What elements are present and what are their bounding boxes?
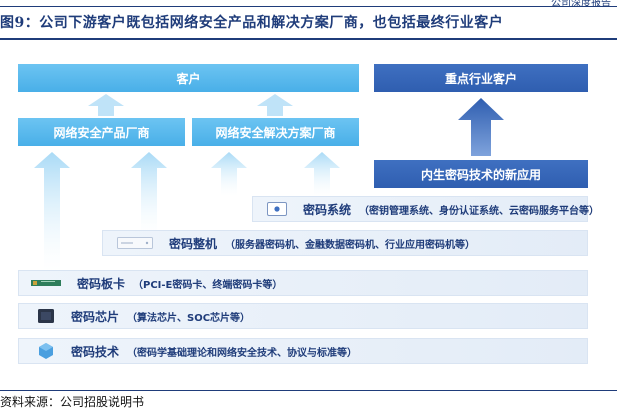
source-rule xyxy=(0,390,617,391)
solution-vendors-label: 网络安全解决方案厂商 xyxy=(215,125,336,140)
diagram-panel: 客户 重点行业客户 网络安全产品厂商 网络安全解决方案厂商 内生密码技术的新应用 xyxy=(6,48,607,374)
solution-vendors-box: 网络安全解决方案厂商 xyxy=(192,118,359,146)
server-icon xyxy=(117,237,153,249)
figure-source: 资料来源：公司招股说明书 xyxy=(0,395,145,409)
layer-name: 密码芯片 xyxy=(71,309,120,324)
hexagon-icon xyxy=(39,343,53,359)
chip-icon xyxy=(38,309,54,323)
endogenous-apps-label: 内生密码技术的新应用 xyxy=(420,167,541,182)
layer-crypto-system: 密码系统 （密钥管理系统、身份认证系统、云密码服务平台等） xyxy=(252,196,599,222)
arrow-up-icon xyxy=(34,152,70,272)
layer-crypto-machine: 密码整机 （服务器密码机、金融数据密码机、行业应用密码机等） xyxy=(102,230,588,256)
card-icon xyxy=(31,280,61,286)
customers-label: 客户 xyxy=(176,71,201,86)
endogenous-apps-box: 内生密码技术的新应用 xyxy=(374,160,588,188)
layer-crypto-card: 密码板卡 （PCI-E密码卡、终端密码卡等） xyxy=(18,270,588,296)
layer-crypto-tech: 密码技术 （密码学基础理论和网络安全技术、协议与标准等） xyxy=(18,338,588,364)
arrow-up-icon xyxy=(458,98,504,156)
arrow-up-icon xyxy=(257,94,293,116)
layer-desc: （服务器密码机、金融数据密码机、行业应用密码机等） xyxy=(225,239,476,251)
layer-name: 密码整机 xyxy=(169,236,218,251)
layer-name: 密码板卡 xyxy=(77,276,126,291)
report-tag: 公司深度报告 xyxy=(551,0,611,9)
arrow-up-icon xyxy=(211,152,247,196)
customers-box: 客户 xyxy=(18,64,359,92)
page-header-bar: 公司深度报告 xyxy=(0,0,617,9)
arrow-up-icon xyxy=(88,94,124,116)
header-rule xyxy=(0,6,617,7)
layer-desc: （密钥管理系统、身份认证系统、云密码服务平台等） xyxy=(359,205,600,217)
layer-name: 密码技术 xyxy=(71,344,120,359)
product-vendors-box: 网络安全产品厂商 xyxy=(18,118,185,146)
key-customers-label: 重点行业客户 xyxy=(444,71,517,86)
layer-crypto-chip: 密码芯片 （算法芯片、SOC芯片等） xyxy=(18,303,588,329)
product-vendors-label: 网络安全产品厂商 xyxy=(53,125,150,140)
figure-title: 图9：公司下游客户既包括网络安全产品和解决方案厂商，也包括最终行业客户 xyxy=(0,15,504,31)
arrow-up-icon xyxy=(304,152,340,196)
key-customers-box: 重点行业客户 xyxy=(374,64,588,92)
layer-desc: （算法芯片、SOC芯片等） xyxy=(127,312,251,324)
layer-desc: （密码学基础理论和网络安全技术、协议与标准等） xyxy=(127,347,358,359)
arrow-up-icon xyxy=(131,152,167,236)
layer-desc: （PCI-E密码卡、终端密码卡等） xyxy=(133,279,283,291)
title-rule xyxy=(0,38,617,40)
screen-icon xyxy=(267,202,287,216)
layer-name: 密码系统 xyxy=(303,202,352,217)
